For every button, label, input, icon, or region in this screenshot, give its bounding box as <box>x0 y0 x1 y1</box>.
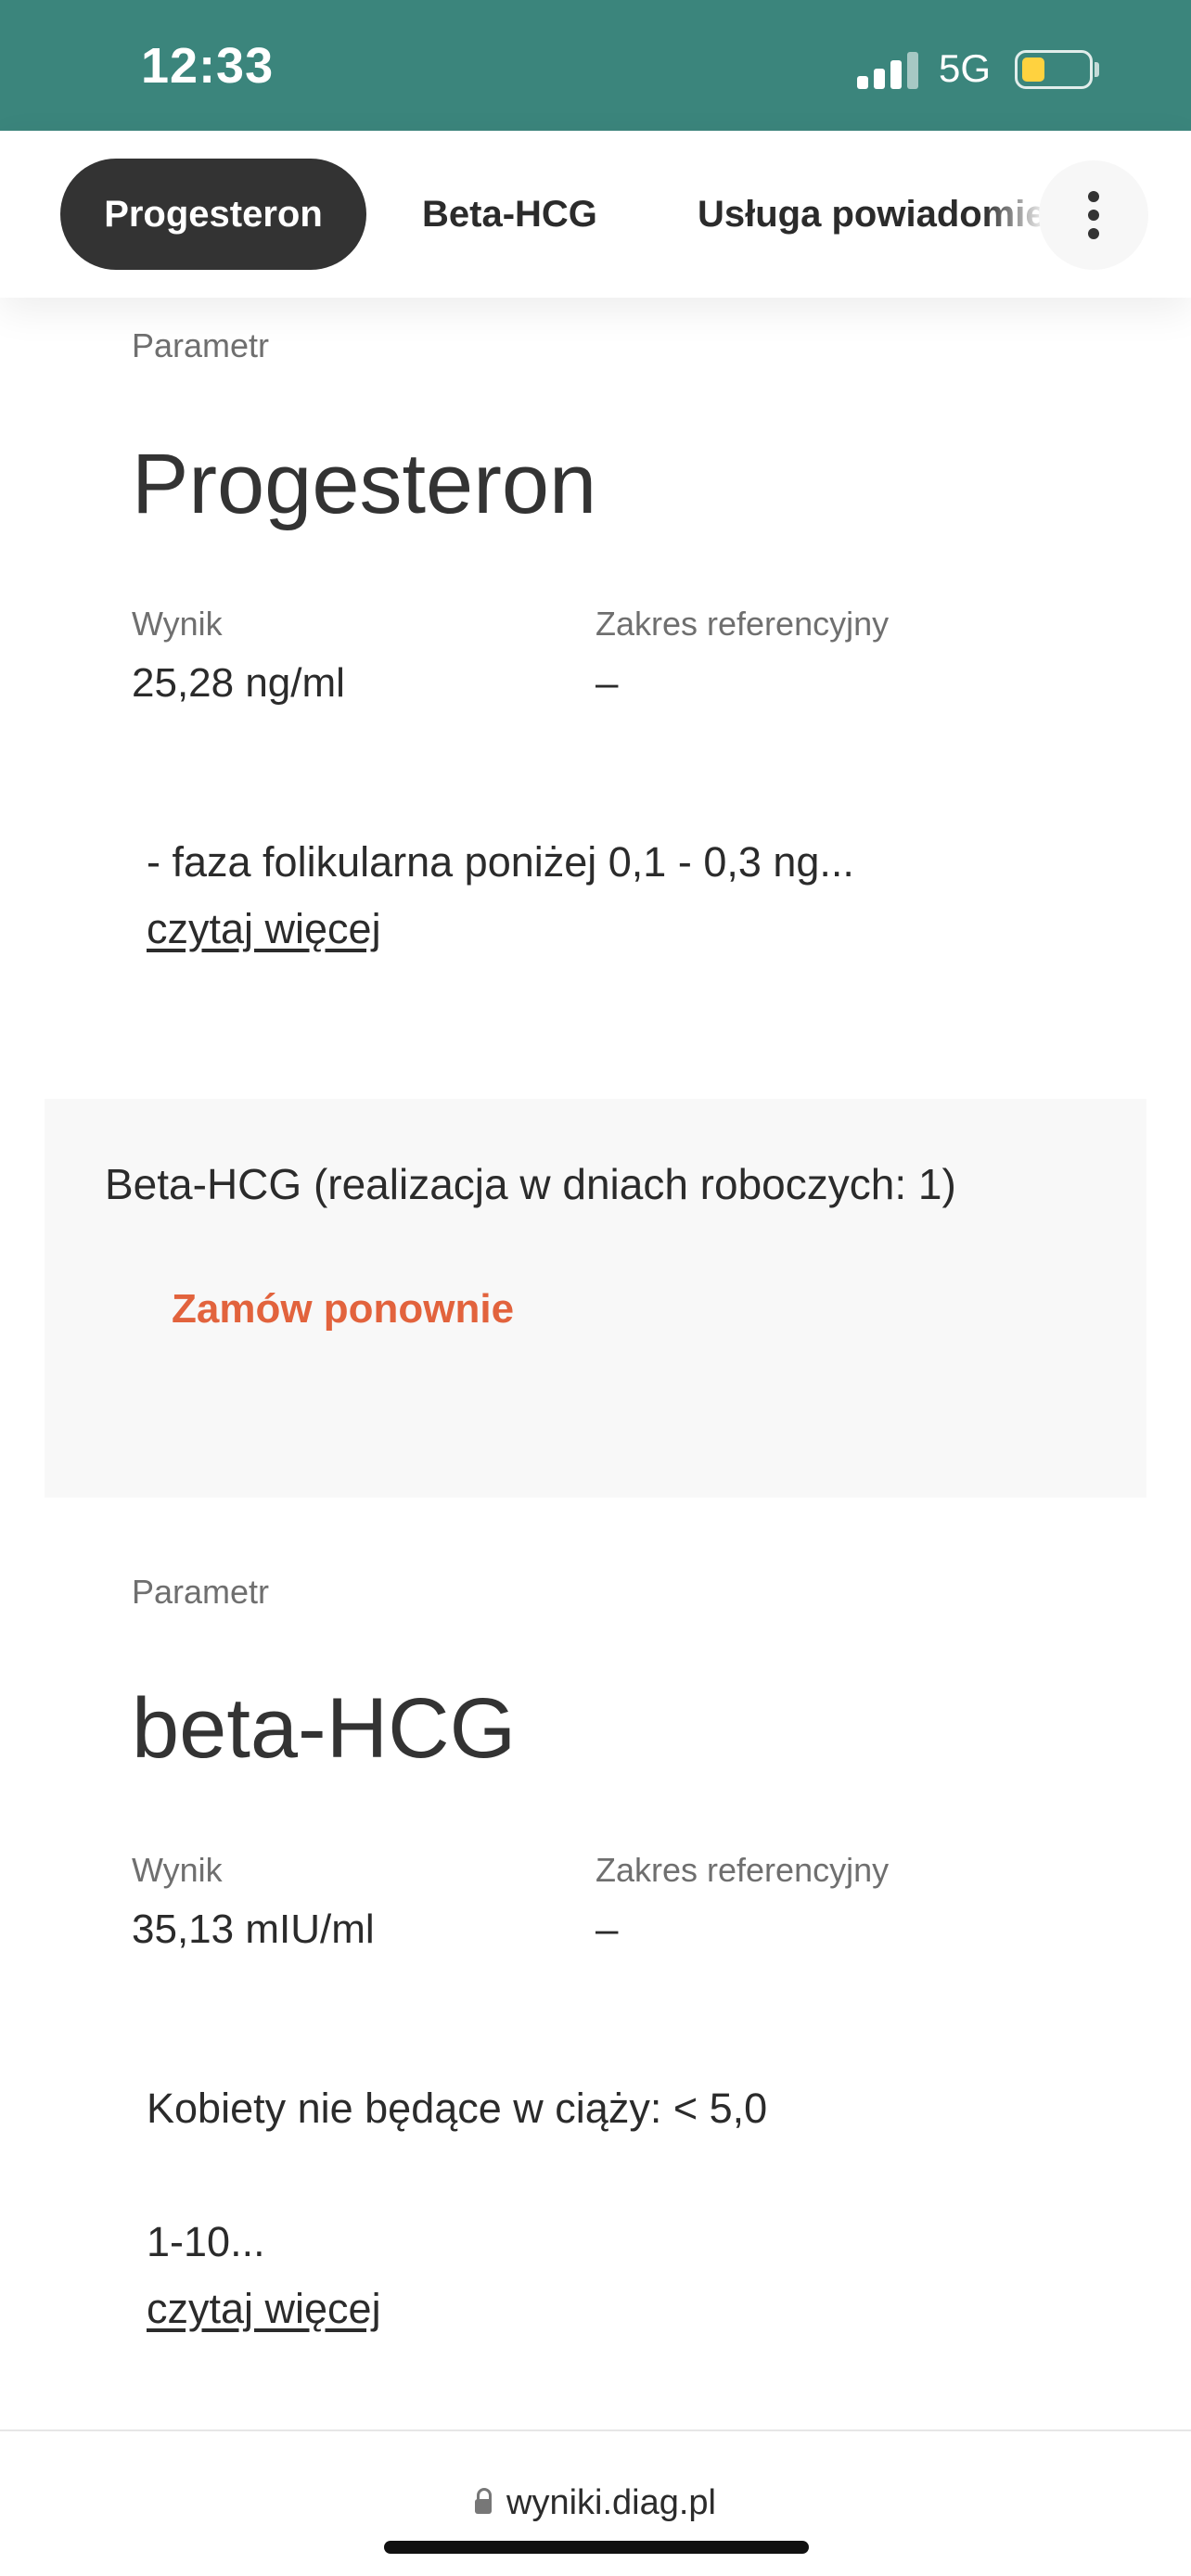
result-value: 25,28 ng/ml <box>132 660 345 706</box>
status-bar: 12:33 5G <box>0 0 1191 131</box>
signal-icon <box>857 52 918 89</box>
result-label: Wynik <box>132 1851 223 1889</box>
result-description: Kobiety nie będące w ciąży: < 5,0 <box>147 2085 768 2132</box>
param-label: Parametr <box>132 326 270 364</box>
reorder-button[interactable]: Zamów ponownie <box>172 1286 514 1333</box>
param-label: Parametr <box>132 1573 270 1611</box>
reference-range-value: – <box>596 1906 619 1952</box>
tab-progesteron[interactable]: Progesteron <box>60 159 366 270</box>
network-type: 5G <box>939 46 992 90</box>
reference-range-value: – <box>596 660 619 706</box>
url-text: wyniki.diag.pl <box>506 2483 716 2522</box>
tab-beta-hcg[interactable]: Beta-HCG <box>422 159 597 270</box>
browser-url-bar[interactable]: wyniki.diag.pl <box>0 2429 1191 2576</box>
test-section-header: Beta-HCG (realizacja w dniach roboczych:… <box>45 1099 1146 1498</box>
read-more-link[interactable]: czytaj więcej <box>147 2285 381 2333</box>
battery-icon <box>1015 50 1093 89</box>
param-title: beta-HCG <box>132 1681 517 1776</box>
section-title: Beta-HCG (realizacja w dniach roboczych:… <box>105 1160 956 1208</box>
lock-icon <box>475 2487 492 2514</box>
url-display[interactable]: wyniki.diag.pl <box>0 2483 1191 2523</box>
page: 12:33 5G Progesteron Beta-HCG Usługa pow… <box>0 0 1191 2576</box>
result-description: - faza folikularna poniżej 0,1 - 0,3 ng.… <box>147 838 854 886</box>
read-more-link[interactable]: czytaj więcej <box>147 905 381 953</box>
battery-tip <box>1095 62 1099 77</box>
tab-bar: Progesteron Beta-HCG Usługa powiadomie <box>0 131 1191 298</box>
result-description-continued: 1-10... <box>147 2218 265 2265</box>
status-time: 12:33 <box>141 38 275 94</box>
more-vertical-icon[interactable] <box>1039 160 1148 270</box>
reference-range-label: Zakres referencyjny <box>596 1851 890 1889</box>
home-indicator[interactable] <box>384 2541 809 2554</box>
result-value: 35,13 mIU/ml <box>132 1906 375 1952</box>
result-label: Wynik <box>132 605 223 643</box>
param-title: Progesteron <box>132 437 597 531</box>
reference-range-label: Zakres referencyjny <box>596 605 890 643</box>
